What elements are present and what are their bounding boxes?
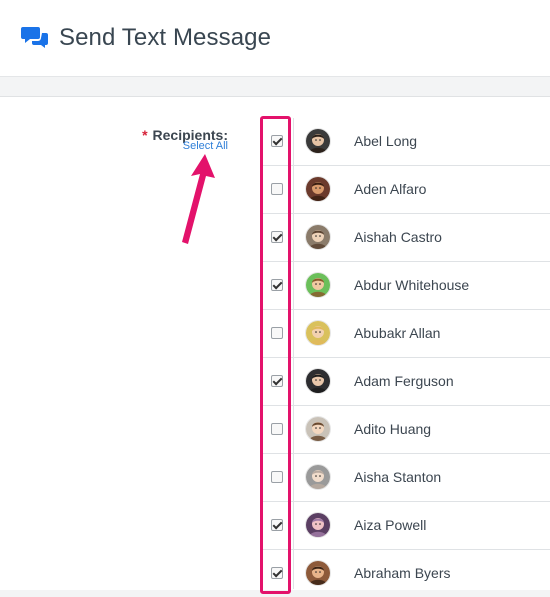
avatar — [306, 273, 330, 297]
recipient-name: Aisha Stanton — [354, 469, 442, 485]
recipient-checkbox[interactable] — [271, 567, 283, 579]
recipient-checkbox[interactable] — [271, 183, 283, 195]
avatar — [306, 513, 330, 537]
pointer-arrow-icon — [182, 154, 215, 244]
recipient-name: Adito Huang — [354, 421, 432, 437]
recipient-row[interactable]: Aden Alfaro — [263, 166, 550, 214]
recipient-row[interactable]: Adito Huang — [263, 406, 550, 454]
recipient-row[interactable]: Abubakr Allan — [263, 310, 550, 358]
chat-bubbles-icon — [21, 27, 48, 48]
avatar — [306, 561, 330, 585]
avatar — [306, 129, 330, 153]
recipient-checkbox[interactable] — [271, 231, 283, 243]
avatar — [306, 369, 330, 393]
recipient-row[interactable]: Abraham Byers — [263, 550, 550, 597]
page-header: Send Text Message — [0, 0, 550, 77]
recipient-checkbox[interactable] — [271, 375, 283, 387]
recipient-row[interactable]: Adam Ferguson — [263, 358, 550, 406]
recipient-name: Adam Ferguson — [354, 373, 454, 389]
recipient-checkbox[interactable] — [271, 279, 283, 291]
recipient-name: Aishah Castro — [354, 229, 442, 245]
avatar — [306, 225, 330, 249]
recipient-name: Aden Alfaro — [354, 181, 427, 197]
recipient-list: Abel Long Aden Alfaro Aishah Castro Abdur W… — [263, 118, 550, 597]
required-marker: * — [142, 127, 148, 143]
recipient-name: Aiza Powell — [354, 517, 427, 533]
recipient-checkbox[interactable] — [271, 471, 283, 483]
recipient-row[interactable]: Aisha Stanton — [263, 454, 550, 502]
avatar — [306, 321, 330, 345]
recipient-name: Abraham Byers — [354, 565, 451, 581]
recipient-row[interactable]: Aishah Castro — [263, 214, 550, 262]
recipient-checkbox[interactable] — [271, 327, 283, 339]
recipient-row[interactable]: Abel Long — [263, 118, 550, 166]
recipient-name: Abdur Whitehouse — [354, 277, 470, 293]
avatar — [306, 177, 330, 201]
recipient-checkbox[interactable] — [271, 423, 283, 435]
recipient-row[interactable]: Abdur Whitehouse — [263, 262, 550, 310]
recipient-checkbox[interactable] — [271, 135, 283, 147]
recipient-name: Abubakr Allan — [354, 325, 441, 341]
avatar — [306, 417, 330, 441]
recipient-checkbox[interactable] — [271, 519, 283, 531]
recipient-row[interactable]: Aiza Powell — [263, 502, 550, 550]
recipient-name: Abel Long — [354, 133, 418, 149]
page-title: Send Text Message — [59, 24, 272, 51]
avatar — [306, 465, 330, 489]
